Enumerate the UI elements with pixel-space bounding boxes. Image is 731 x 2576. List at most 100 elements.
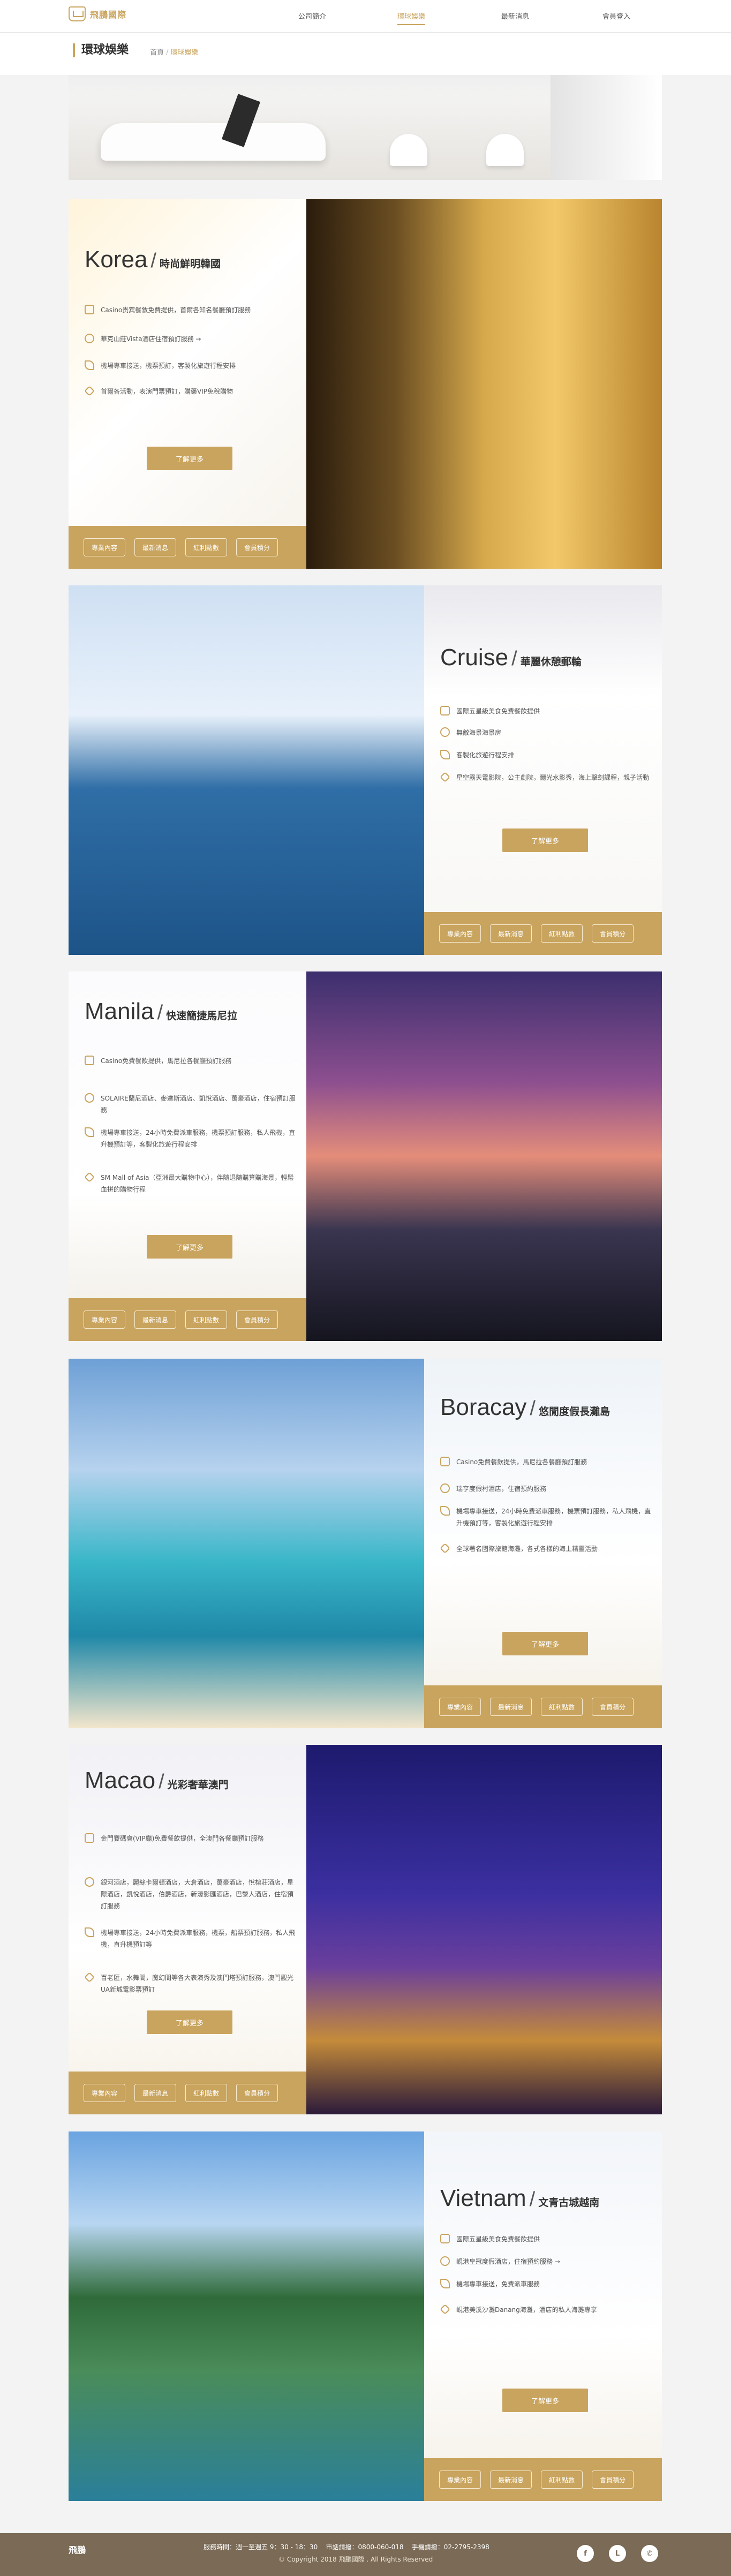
pro-content-button[interactable]: 專業內容 (439, 2470, 481, 2489)
news-button[interactable]: 最新消息 (490, 2470, 532, 2489)
news-button[interactable]: 最新消息 (134, 1310, 176, 1329)
bonus-points-button[interactable]: 紅利點數 (185, 1310, 227, 1329)
destination-macao: Macao / 光彩奢華澳門 金門賽碼會(VIP廳)免費餐飲提供，全澳門各餐廳預訂服… (69, 1745, 662, 2114)
news-button[interactable]: 最新消息 (134, 2084, 176, 2102)
destination-name: Cruise (440, 644, 509, 671)
pro-content-button[interactable]: 專業內容 (84, 538, 125, 556)
destination-name: Macao (85, 1767, 156, 1794)
learn-more-button[interactable]: 了解更多 (502, 1632, 588, 1655)
member-points-button[interactable]: 會員積分 (236, 538, 278, 556)
destination-name: Boracay (440, 1394, 527, 1420)
footer-mobile: 手機請撥：02-2795-2398 (411, 2543, 489, 2551)
feature-text: 無敵海景海景房 (456, 729, 502, 736)
destination-title: Manila / 快速簡捷馬尼拉 (85, 998, 238, 1025)
feature-text: 國際五星級美食免費餐飲提供 (456, 707, 540, 715)
feature-item: 客製化旅遊行程安排 (440, 749, 654, 761)
feature-text: 機場專車接送，機票預訂，客製化旅遊行程安排 (101, 362, 236, 370)
destination-manila: Manila / 快速簡捷馬尼拉 Casino免費餐飲提供，馬尼拉各餐廳預訂服務 S… (69, 971, 662, 1341)
feature-icon-transport (85, 1927, 94, 1937)
feature-item: 金門賽碼會(VIP廳)免費餐飲提供，全澳門各餐廳預訂服務 (85, 1833, 299, 1844)
destination-subtitle: 快速簡捷馬尼拉 (166, 1010, 238, 1022)
feature-icon-casino (440, 706, 450, 715)
pro-content-button[interactable]: 專業內容 (439, 924, 481, 943)
feature-item: 機場專車接送，24小時免費派車服務，機票，船票預訂服務，私人飛機，直升機預訂等 (85, 1927, 299, 1950)
learn-more-button[interactable]: 了解更多 (147, 2010, 232, 2034)
destination-title: Boracay / 悠閒度假長灘島 (440, 1394, 610, 1420)
feature-item: 無敵海景海景房 (440, 727, 654, 739)
news-button[interactable]: 最新消息 (490, 1698, 532, 1716)
learn-more-button[interactable]: 了解更多 (147, 1235, 232, 1259)
line-icon[interactable]: L (609, 2545, 626, 2562)
site-footer: 飛鵬 服務時間：週一至週五 9：30 - 18：30 市話請撥：0800-060… (0, 2533, 731, 2576)
nav-item-news[interactable]: 最新消息 (501, 11, 529, 21)
logo-text: 飛鵬國際 (90, 10, 127, 20)
pro-content-button[interactable]: 專業內容 (84, 1310, 125, 1329)
facebook-icon[interactable]: f (577, 2545, 594, 2562)
feature-icon-transport (440, 750, 450, 759)
feature-item: Casino免費餐飲提供，馬尼拉各餐廳預訂服務 (440, 1456, 654, 1468)
destination-subtitle: 文青古城越南 (538, 2197, 600, 2209)
phone-icon[interactable]: ✆ (641, 2545, 658, 2562)
footer-phone: 市話請撥：0800-060-018 (326, 2543, 404, 2551)
member-points-button[interactable]: 會員積分 (592, 924, 634, 943)
bonus-points-button[interactable]: 紅利點數 (185, 2084, 227, 2102)
footer-copyright: © Copyright 2018 飛鵬國際 . All Rights Reser… (278, 2556, 433, 2563)
bonus-points-button[interactable]: 紅利點數 (541, 924, 583, 943)
destination-name: Korea (85, 246, 148, 273)
footer-contact: 服務時間：週一至週五 9：30 - 18：30 市話請撥：0800-060-01… (204, 2542, 489, 2551)
destination-cruise: Cruise / 華麗休憩郵輪 國際五星級美食免費餐飲提供 無敵海景海景房 客製化旅… (69, 585, 662, 955)
learn-more-button[interactable]: 了解更多 (502, 828, 588, 852)
feature-text: 峴港美溪沙灘Danang海灘，酒店的私人海灘專享 (456, 2306, 597, 2314)
breadcrumb-current: 環球娛樂 (170, 49, 199, 57)
feature-item: 機場專車接送，機票預訂，客製化旅遊行程安排 (85, 360, 299, 372)
feature-item: 機場專車接送，24小時免費派車服務，機票預訂服務，私人飛機，直升機預訂等，客製化… (85, 1127, 299, 1150)
member-points-button[interactable]: 會員積分 (236, 2084, 278, 2102)
nav-item-login[interactable]: 會員登入 (602, 11, 630, 21)
cruise-photo (69, 585, 424, 955)
footer-logo: 飛鵬 (69, 2545, 86, 2555)
feature-icon-casino (85, 1056, 94, 1065)
feature-icon-transport (85, 1127, 94, 1137)
site-logo[interactable]: 飛鵬國際 (69, 6, 126, 21)
feature-text: Casino免費餐飲提供，馬尼拉各餐廳預訂服務 (101, 1057, 232, 1065)
pro-content-button[interactable]: 專業內容 (439, 1698, 481, 1716)
member-points-button[interactable]: 會員積分 (236, 1310, 278, 1329)
feature-icon-casino (440, 1457, 450, 1466)
destination-name: Manila (85, 998, 154, 1025)
feature-icon-activity (440, 772, 450, 782)
news-button[interactable]: 最新消息 (490, 924, 532, 943)
bonus-points-button[interactable]: 紅利點數 (541, 1698, 583, 1716)
feature-text: 國際五星級美食免費餐飲提供 (456, 2235, 540, 2243)
feature-item: SM Mall of Asia（亞洲最大購物中心），伴隨退隨購算購海景，輕鬆血拼… (84, 1172, 299, 1195)
destination-panel: Korea / 時尚鮮明韓國 Casino贵宾餐敘免費提供，首爾各知名餐廳預訂服務 … (69, 199, 306, 569)
bonus-points-button[interactable]: 紅利點數 (185, 538, 227, 556)
pro-content-button[interactable]: 專業內容 (84, 2084, 125, 2102)
nav-item-about[interactable]: 公司簡介 (298, 11, 326, 21)
member-points-button[interactable]: 會員積分 (592, 2470, 634, 2489)
breadcrumb-home[interactable]: 首頁 (150, 49, 164, 57)
destination-panel: Manila / 快速簡捷馬尼拉 Casino免費餐飲提供，馬尼拉各餐廳預訂服務 S… (69, 971, 306, 1341)
feature-item: SOLAIRE蘭尼酒店、麥達斯酒店、凱悅酒店、萬豪酒店，住宿預訂服務 (85, 1093, 299, 1116)
destination-footer-bar: 專業內容 最新消息 紅利點數 會員積分 (424, 2458, 662, 2501)
feature-text: 瑞亨度假村酒店，住宿預約服務 (456, 1485, 547, 1493)
destination-footer-bar: 專業內容 最新消息 紅利點數 會員積分 (424, 912, 662, 955)
feature-text: 銀河酒店，麗絲卡爾頓酒店，大倉酒店，萬豪酒店，悅榕莊酒店，星際酒店，凱悅酒店，伯… (101, 1879, 294, 1910)
destination-footer-bar: 專業內容 最新消息 紅利點數 會員積分 (69, 2072, 306, 2114)
feature-text: Casino免費餐飲提供，馬尼拉各餐廳預訂服務 (456, 1458, 587, 1466)
destination-panel: Macao / 光彩奢華澳門 金門賽碼會(VIP廳)免費餐飲提供，全澳門各餐廳預訂服… (69, 1745, 306, 2114)
feature-text: 金門賽碼會(VIP廳)免費餐飲提供，全澳門各餐廳預訂服務 (101, 1835, 264, 1842)
nav-item-entertainment[interactable]: 環球娛樂 (397, 11, 426, 25)
feature-text: 機場專車接送，24小時免費派車服務，機票預訂服務，私人飛機，直升機預訂等，客製化… (456, 1508, 651, 1527)
news-button[interactable]: 最新消息 (134, 538, 176, 556)
bonus-points-button[interactable]: 紅利點數 (541, 2470, 583, 2489)
learn-more-button[interactable]: 了解更多 (502, 2389, 588, 2412)
learn-more-button[interactable]: 了解更多 (147, 447, 232, 470)
feature-item: 首爾各活動，表演門票預訂，購藥VIP免稅購物 (84, 386, 299, 397)
breadcrumb-separator: / (166, 49, 169, 57)
feature-text: 全球著名國際旅館海灘，各式各樣的海上精靈活動 (456, 1545, 598, 1553)
destination-panel: Vietnam / 文青古城越南 國際五星級美食免費餐飲提供 峴港皇冠度假酒店，住宿… (424, 2131, 662, 2501)
feature-item: 峴港皇冠度假酒店，住宿預約服務 → (440, 2256, 654, 2268)
member-points-button[interactable]: 會員積分 (592, 1698, 634, 1716)
feature-icon-casino (85, 1833, 94, 1843)
manila-photo (306, 971, 662, 1341)
